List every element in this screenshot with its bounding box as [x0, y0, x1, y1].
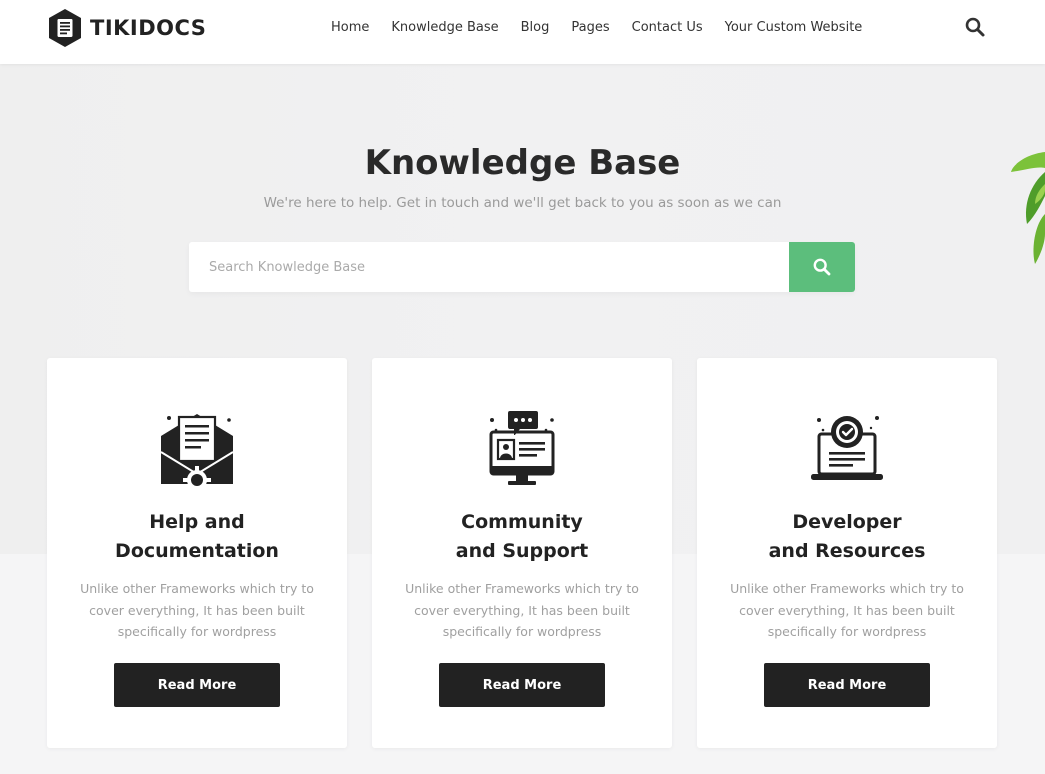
card-title-line1: Community — [461, 511, 583, 533]
read-more-button[interactable]: Read More — [114, 663, 280, 707]
search-icon[interactable] — [964, 16, 986, 38]
page-subtitle: We're here to help. Get in touch and we'… — [263, 195, 782, 211]
envelope-gear-icon — [160, 414, 234, 488]
search-icon — [813, 258, 831, 276]
main-nav: Home Knowledge Base Blog Pages Contact U… — [320, 0, 873, 54]
card-title-line2: and Resources — [768, 540, 926, 562]
card-description: Unlike other Frameworks which try to cov… — [80, 581, 314, 639]
nav-contact-us[interactable]: Contact Us — [632, 20, 703, 35]
page-title: Knowledge Base — [364, 143, 681, 183]
nav-custom-website[interactable]: Your Custom Website — [725, 20, 863, 35]
card-title-line1: Help and — [149, 511, 245, 533]
knowledge-search-bar — [189, 242, 855, 292]
card-title: Developer and Resources — [717, 508, 977, 566]
document-logo-icon — [49, 9, 81, 47]
site-header: TIKIDOCS Home Knowledge Base Blog Pages … — [0, 0, 1045, 64]
nav-home[interactable]: Home — [331, 20, 369, 35]
nav-pages[interactable]: Pages — [571, 20, 609, 35]
read-more-button[interactable]: Read More — [764, 663, 930, 707]
card-developer-resources: Developer and Resources Unlike other Fra… — [697, 358, 997, 748]
laptop-check-icon — [811, 416, 883, 480]
card-description: Unlike other Frameworks which try to cov… — [405, 581, 639, 639]
site-logo[interactable]: TIKIDOCS — [46, 8, 206, 48]
card-title: Help and Documentation — [67, 508, 327, 566]
card-help-documentation: Help and Documentation Unlike other Fram… — [47, 358, 347, 748]
search-input[interactable] — [189, 242, 789, 292]
logo-text: TIKIDOCS — [90, 16, 207, 40]
card-title-line2: Documentation — [115, 540, 279, 562]
read-more-button[interactable]: Read More — [439, 663, 605, 707]
card-title: Community and Support — [392, 508, 652, 566]
card-description: Unlike other Frameworks which try to cov… — [730, 581, 964, 639]
nav-blog[interactable]: Blog — [521, 20, 550, 35]
card-title-line1: Developer — [792, 511, 902, 533]
search-submit-button[interactable] — [789, 242, 855, 292]
card-community-support: Community and Support Unlike other Frame… — [372, 358, 672, 748]
card-title-line2: and Support — [455, 540, 589, 562]
nav-knowledge-base[interactable]: Knowledge Base — [391, 20, 498, 35]
monitor-chat-icon — [489, 411, 555, 485]
